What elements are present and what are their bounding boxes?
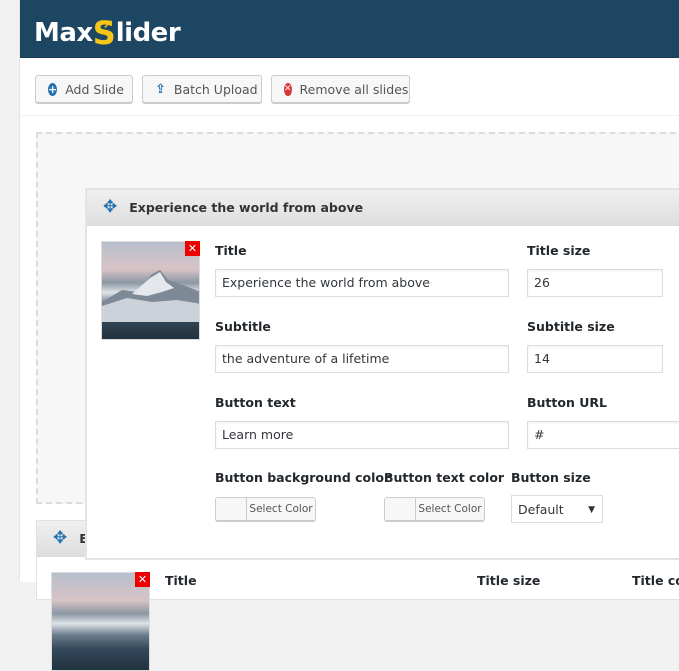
subtitle-size-input[interactable]: 14 (527, 345, 663, 373)
remove-all-label: Remove all slides (299, 81, 409, 97)
select-color-label: Select Color (249, 503, 313, 515)
button-text-color-picker[interactable]: Select Color (384, 497, 485, 521)
button-text-color-label: Button text color (384, 470, 505, 485)
color-swatch (216, 498, 247, 520)
title-size-label: Title size (527, 243, 591, 258)
subtitle-size-label: Subtitle size (527, 319, 615, 334)
logo-arrow-icon: ➚ (102, 17, 114, 32)
app-header: Max S ➚ lider (20, 0, 679, 58)
move-icon[interactable]: ✥ (53, 530, 67, 547)
mountain-image (102, 270, 199, 322)
button-size-value: Default (518, 502, 564, 517)
title-size-input[interactable]: 26 (527, 269, 663, 297)
remove-all-slides-button[interactable]: ✕ Remove all slides (271, 75, 410, 103)
add-slide-label: Add Slide (65, 81, 124, 97)
maxslider-page: Max S ➚ lider + Add Slide ⇪ Batch Upload … (20, 0, 679, 671)
maxslider-logo: Max S ➚ lider (34, 10, 181, 50)
button-text-input[interactable]: Learn more (215, 421, 509, 449)
logo-s: S ➚ (93, 16, 116, 50)
subtitle-input[interactable]: the adventure of a lifetime (215, 345, 509, 373)
button-bg-color-label: Button background color (215, 470, 391, 485)
button-url-input[interactable]: # (527, 421, 679, 449)
select-color-label: Select Color (418, 503, 482, 515)
color-swatch (385, 498, 416, 520)
plus-circle-icon: + (48, 82, 58, 96)
logo-text-lider: lider (115, 18, 181, 48)
batch-upload-button[interactable]: ⇪ Batch Upload (142, 75, 262, 103)
slide-heading: Experience the world from above (129, 200, 364, 215)
logo-text-max: Max (34, 18, 93, 48)
subtitle-label: Subtitle (215, 319, 271, 334)
title-color-label: Title co (632, 573, 679, 588)
button-bg-color-picker[interactable]: Select Color (215, 497, 316, 521)
batch-upload-label: Batch Upload (173, 81, 258, 97)
title-size-label: Title size (477, 573, 541, 588)
slide-header[interactable]: ✥ Experience the world from above (87, 190, 679, 226)
toolbar: + Add Slide ⇪ Batch Upload ✕ Remove all … (20, 58, 679, 116)
remove-circle-icon: ✕ (284, 82, 292, 96)
move-icon[interactable]: ✥ (103, 199, 117, 216)
chevron-down-icon: ▼ (588, 505, 595, 515)
button-size-select[interactable]: Default ▼ (511, 495, 603, 523)
remove-image-button[interactable]: ✕ (135, 572, 150, 587)
admin-sidebar-edge (0, 0, 20, 582)
button-size-label: Button size (511, 470, 591, 485)
title-label: Title (165, 573, 197, 588)
upload-icon: ⇪ (155, 81, 166, 97)
remove-image-button[interactable]: ✕ (185, 241, 200, 256)
add-slide-button[interactable]: + Add Slide (35, 75, 133, 103)
button-text-label: Button text (215, 395, 296, 410)
title-input[interactable]: Experience the world from above (215, 269, 509, 297)
title-label: Title (215, 243, 247, 258)
slide-card-dragging: ✥ Experience the world from above ✕ Titl… (86, 189, 679, 559)
button-url-label: Button URL (527, 395, 607, 410)
